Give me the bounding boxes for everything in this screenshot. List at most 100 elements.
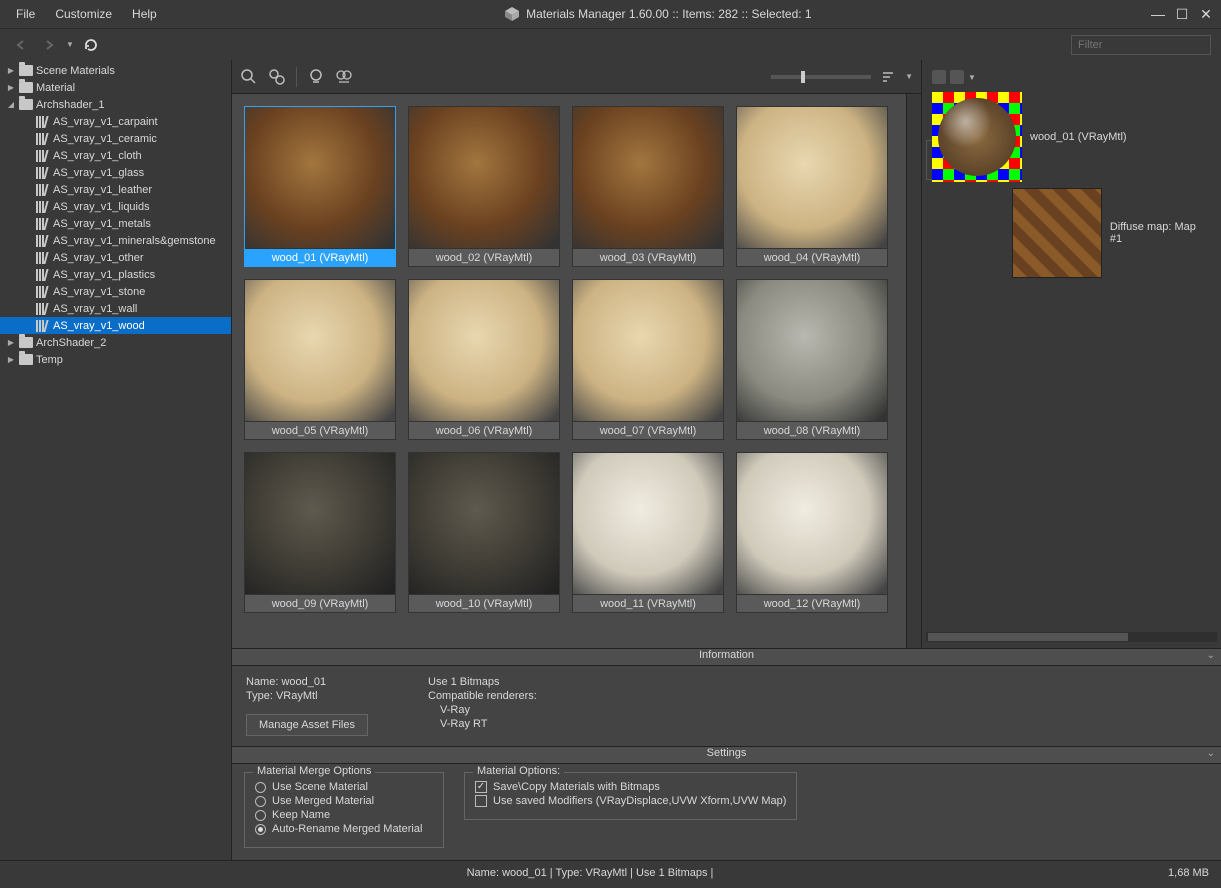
tree-item[interactable]: AS_vray_v1_glass bbox=[0, 164, 231, 181]
main: ▶Scene Materials ▶Material ◢Archshader_1… bbox=[0, 60, 1221, 860]
maximize-button[interactable]: ☐ bbox=[1173, 6, 1191, 22]
tree-item[interactable]: AS_vray_v1_ceramic bbox=[0, 130, 231, 147]
refresh-button[interactable] bbox=[80, 34, 102, 56]
thumbnail-caption: wood_06 (VRayMtl) bbox=[409, 421, 559, 439]
nav-back-button[interactable] bbox=[10, 34, 32, 56]
radio-auto-rename[interactable]: Auto-Rename Merged Material bbox=[255, 823, 433, 835]
thumbnail-caption: wood_08 (VRayMtl) bbox=[737, 421, 887, 439]
nav-forward-button[interactable] bbox=[38, 34, 60, 56]
tree-scene-materials[interactable]: ▶Scene Materials bbox=[0, 62, 231, 79]
thumbnail-preview bbox=[737, 453, 887, 594]
inspector-dropdown-icon[interactable]: ▼ bbox=[968, 73, 976, 82]
status-center: Name: wood_01 | Type: VRayMtl | Use 1 Bi… bbox=[12, 867, 1168, 879]
library-icon bbox=[36, 184, 50, 196]
menu-customize[interactable]: Customize bbox=[45, 3, 122, 25]
material-thumbnail[interactable]: wood_08 (VRayMtl) bbox=[736, 279, 888, 440]
folder-icon bbox=[19, 82, 33, 93]
material-thumbnail[interactable]: wood_11 (VRayMtl) bbox=[572, 452, 724, 613]
material-options-legend: Material Options: bbox=[473, 765, 564, 777]
checkbox-save-copy[interactable]: ✓Save\Copy Materials with Bitmaps bbox=[475, 781, 786, 793]
thumbnail-preview bbox=[409, 453, 559, 594]
tree-item[interactable]: AS_vray_v1_liquids bbox=[0, 198, 231, 215]
minimize-button[interactable]: — bbox=[1149, 6, 1167, 22]
inspector-map-row[interactable]: Diffuse map: Map #1 bbox=[1012, 188, 1211, 278]
thumbnail-preview bbox=[573, 280, 723, 421]
merge-options-legend: Material Merge Options bbox=[253, 765, 375, 777]
app-icon bbox=[504, 6, 520, 22]
scrollbar-thumb[interactable] bbox=[928, 633, 1128, 641]
thumbnail-preview bbox=[245, 107, 395, 248]
material-swatch bbox=[932, 92, 1022, 182]
close-button[interactable]: ✕ bbox=[1197, 6, 1215, 22]
title-text: Materials Manager 1.60.00 :: Items: 282 … bbox=[526, 7, 812, 21]
tree: ▶Scene Materials ▶Material ◢Archshader_1… bbox=[0, 60, 231, 860]
scrollbar-thumb[interactable] bbox=[909, 96, 919, 456]
radio-use-scene[interactable]: Use Scene Material bbox=[255, 781, 433, 793]
information-header[interactable]: Information⌄ bbox=[232, 648, 1221, 666]
tree-material[interactable]: ▶Material bbox=[0, 79, 231, 96]
manage-asset-files-button[interactable]: Manage Asset Files bbox=[246, 714, 368, 736]
material-thumbnail[interactable]: wood_01 (VRayMtl) bbox=[244, 106, 396, 267]
tree-archshader-2[interactable]: ▶ArchShader_2 bbox=[0, 334, 231, 351]
tree-temp[interactable]: ▶Temp bbox=[0, 351, 231, 368]
material-thumbnail[interactable]: wood_06 (VRayMtl) bbox=[408, 279, 560, 440]
menu-file[interactable]: File bbox=[6, 3, 45, 25]
thumbnail-caption: wood_03 (VRayMtl) bbox=[573, 248, 723, 266]
put-to-editor-icon[interactable] bbox=[307, 68, 325, 86]
thumbnail-caption: wood_04 (VRayMtl) bbox=[737, 248, 887, 266]
material-thumbnail[interactable]: wood_04 (VRayMtl) bbox=[736, 106, 888, 267]
tree-item[interactable]: AS_vray_v1_metals bbox=[0, 215, 231, 232]
status-bar: Name: wood_01 | Type: VRayMtl | Use 1 Bi… bbox=[0, 860, 1221, 884]
thumbnail-preview bbox=[409, 280, 559, 421]
assign-to-selection-icon[interactable] bbox=[240, 68, 258, 86]
folder-icon bbox=[19, 65, 33, 76]
put-all-to-editor-icon[interactable] bbox=[335, 68, 353, 86]
thumbnail-preview bbox=[409, 107, 559, 248]
material-thumbnail[interactable]: wood_02 (VRayMtl) bbox=[408, 106, 560, 267]
assign-to-object-icon[interactable] bbox=[268, 68, 286, 86]
material-thumbnail[interactable]: wood_03 (VRayMtl) bbox=[572, 106, 724, 267]
scrollbar-track[interactable] bbox=[909, 96, 919, 646]
inspector-material-row[interactable]: wood_01 (VRayMtl) bbox=[932, 92, 1211, 182]
tree-item-selected[interactable]: AS_vray_v1_wood bbox=[0, 317, 231, 334]
toolbar-right: ▼ bbox=[771, 68, 913, 86]
radio-keep-name[interactable]: Keep Name bbox=[255, 809, 433, 821]
nav-buttons: ▼ bbox=[10, 34, 102, 56]
tree-item[interactable]: AS_vray_v1_other bbox=[0, 249, 231, 266]
material-thumbnail[interactable]: wood_12 (VRayMtl) bbox=[736, 452, 888, 613]
library-icon bbox=[36, 201, 50, 213]
settings-header[interactable]: Settings⌄ bbox=[232, 746, 1221, 764]
tree-item[interactable]: AS_vray_v1_plastics bbox=[0, 266, 231, 283]
tree-item[interactable]: AS_vray_v1_leather bbox=[0, 181, 231, 198]
folder-icon bbox=[19, 99, 33, 110]
info-name: Name: wood_01 bbox=[246, 676, 368, 688]
filter-input[interactable] bbox=[1071, 35, 1211, 55]
info-renderer: V-Ray bbox=[428, 704, 537, 716]
inspector-tool-icon[interactable] bbox=[950, 70, 964, 84]
material-thumbnail[interactable]: wood_09 (VRayMtl) bbox=[244, 452, 396, 613]
zoom-slider[interactable] bbox=[771, 75, 871, 79]
nav-dropdown-icon[interactable]: ▼ bbox=[66, 40, 74, 49]
chevron-down-icon: ⌄ bbox=[1207, 650, 1215, 661]
inspector-panel: ▼ wood_01 (VRayMtl) Diffuse map: Map #1 bbox=[921, 60, 1221, 648]
tree-item[interactable]: AS_vray_v1_carpaint bbox=[0, 113, 231, 130]
menu-help[interactable]: Help bbox=[122, 3, 167, 25]
tree-item[interactable]: AS_vray_v1_wall bbox=[0, 300, 231, 317]
tree-item[interactable]: AS_vray_v1_stone bbox=[0, 283, 231, 300]
inspector-tool-icon[interactable] bbox=[932, 70, 946, 84]
info-compat: Compatible renderers: bbox=[428, 690, 537, 702]
thumbnail-preview bbox=[573, 107, 723, 248]
menu-bar: File Customize Help bbox=[6, 3, 167, 25]
material-thumbnail[interactable]: wood_05 (VRayMtl) bbox=[244, 279, 396, 440]
inspector-scrollbar[interactable] bbox=[926, 632, 1217, 642]
sort-icon[interactable] bbox=[879, 68, 897, 86]
material-thumbnail[interactable]: wood_07 (VRayMtl) bbox=[572, 279, 724, 440]
material-thumbnail[interactable]: wood_10 (VRayMtl) bbox=[408, 452, 560, 613]
tree-archshader-1[interactable]: ◢Archshader_1 bbox=[0, 96, 231, 113]
radio-use-merged[interactable]: Use Merged Material bbox=[255, 795, 433, 807]
checkbox-use-modifiers[interactable]: Use saved Modifiers (VRayDisplace,UVW Xf… bbox=[475, 795, 786, 807]
tree-item[interactable]: AS_vray_v1_minerals&gemstone bbox=[0, 232, 231, 249]
tree-item[interactable]: AS_vray_v1_cloth bbox=[0, 147, 231, 164]
sort-dropdown-icon[interactable]: ▼ bbox=[905, 72, 913, 81]
diffuse-map-label: Diffuse map: Map #1 bbox=[1110, 221, 1211, 245]
